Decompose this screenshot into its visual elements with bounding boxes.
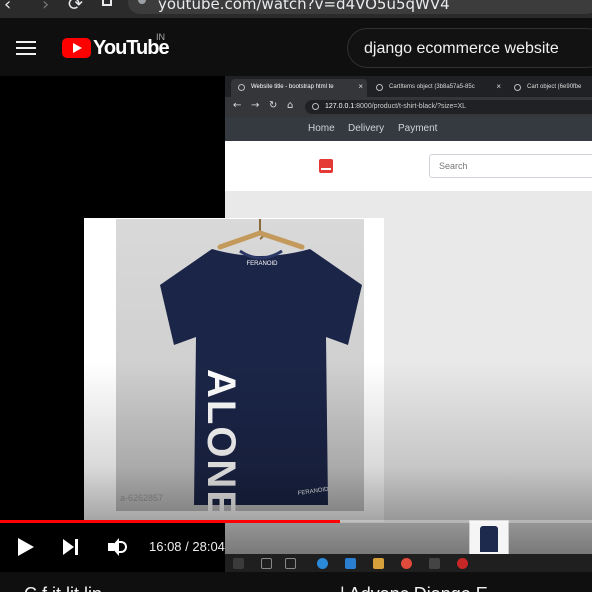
recorder-icon xyxy=(457,558,468,569)
home-icon: ⌂ xyxy=(287,100,294,111)
edge-icon xyxy=(317,558,328,569)
tab-label: Cart object (6e90fbe xyxy=(527,84,582,90)
video-player[interactable]: Website title - bootstrap html te × Cart… xyxy=(0,76,592,572)
nav-home: Home xyxy=(308,123,335,134)
site-info-icon[interactable] xyxy=(138,0,146,4)
recorded-url: 127.0.0.1:8000/product/t-shirt-black/?si… xyxy=(325,103,467,110)
recorded-url-field: 127.0.0.1:8000/product/t-shirt-black/?si… xyxy=(305,100,592,114)
forward-icon[interactable]: › xyxy=(42,0,49,15)
back-icon: ← xyxy=(233,100,242,111)
shirt-print-text: ALONE xyxy=(199,369,243,511)
menu-icon[interactable] xyxy=(16,41,36,55)
recorded-tab: CartItems object (3b8a57a5-85c × xyxy=(369,79,505,97)
youtube-header: YouTube IN django ecommerce website xyxy=(0,18,592,76)
video-title-continued: | Advanc Django E xyxy=(340,584,488,592)
forward-icon: → xyxy=(251,100,260,111)
site-logo xyxy=(319,159,333,173)
video-title-area: C f it lit lin | Advanc Django E xyxy=(0,572,592,592)
product-code: a-6262857 xyxy=(120,493,164,503)
time-display: 16:08 / 28:04 xyxy=(149,539,225,554)
site-search-field: Search xyxy=(429,154,592,178)
nav-payment: Payment xyxy=(398,123,438,134)
product-image: FERANOID ALONE FERANOID a-6262857 xyxy=(116,219,364,511)
globe-icon xyxy=(376,84,383,91)
progress-fill xyxy=(0,520,341,523)
address-text: youtube.com/watch?v=d4VO5u5qWV4 xyxy=(158,0,450,13)
recorded-address-bar: ← → ↻ ⌂ 127.0.0.1:8000/product/t-shirt-b… xyxy=(225,97,592,117)
reload-icon[interactable]: ⟳ xyxy=(68,0,83,15)
shirt-brand-top: FERANOID xyxy=(246,261,278,267)
info-icon xyxy=(312,103,319,110)
terminal-icon xyxy=(429,558,440,569)
progress-bar[interactable] xyxy=(0,520,592,523)
recorded-taskbar xyxy=(225,554,592,572)
site-navbar: Home Delivery Payment xyxy=(225,117,592,141)
vscode-icon xyxy=(345,558,356,569)
tab-label: Website title - bootstrap html te xyxy=(251,84,334,90)
back-icon[interactable]: ‹ xyxy=(4,0,11,15)
chrome-icon xyxy=(401,558,412,569)
task-view-icon xyxy=(285,558,296,569)
globe-icon xyxy=(514,84,521,91)
nav-delivery: Delivery xyxy=(348,123,385,134)
search-icon xyxy=(261,558,272,569)
browser-toolbar: ‹ › ⟳ youtube.com/watch?v=d4VO5u5qWV4 xyxy=(0,0,592,18)
search-query: django ecommerce website xyxy=(364,40,559,57)
close-icon: × xyxy=(496,82,501,91)
folder-icon xyxy=(373,558,384,569)
site-header: Search xyxy=(225,141,592,191)
t-shirt-illustration: FERANOID ALONE FERANOID xyxy=(160,219,362,511)
country-code: IN xyxy=(156,32,165,42)
reload-icon: ↻ xyxy=(269,100,278,111)
site-search-placeholder: Search xyxy=(439,161,468,171)
t-shirt-shape xyxy=(160,249,362,505)
volume-icon[interactable] xyxy=(108,537,130,557)
home-icon[interactable] xyxy=(102,0,112,6)
next-button[interactable] xyxy=(63,539,81,557)
search-input[interactable]: django ecommerce website xyxy=(347,28,592,68)
globe-icon xyxy=(238,84,245,91)
product-thumbnail xyxy=(469,520,509,556)
close-icon: × xyxy=(358,82,363,91)
recorded-tab: Website title - bootstrap html te × xyxy=(231,79,367,97)
recorded-tab: Cart object (6e90fbe xyxy=(507,79,592,97)
address-bar[interactable]: youtube.com/watch?v=d4VO5u5qWV4 xyxy=(128,0,592,14)
youtube-play-icon xyxy=(62,38,91,58)
tab-label: CartItems object (3b8a57a5-85c xyxy=(389,84,475,90)
start-icon xyxy=(233,558,244,569)
recorded-browser-tabs: Website title - bootstrap html te × Cart… xyxy=(225,76,592,97)
video-title: C f it lit lin xyxy=(24,584,102,592)
youtube-logo[interactable]: YouTube xyxy=(62,37,170,60)
play-button[interactable] xyxy=(18,538,36,558)
